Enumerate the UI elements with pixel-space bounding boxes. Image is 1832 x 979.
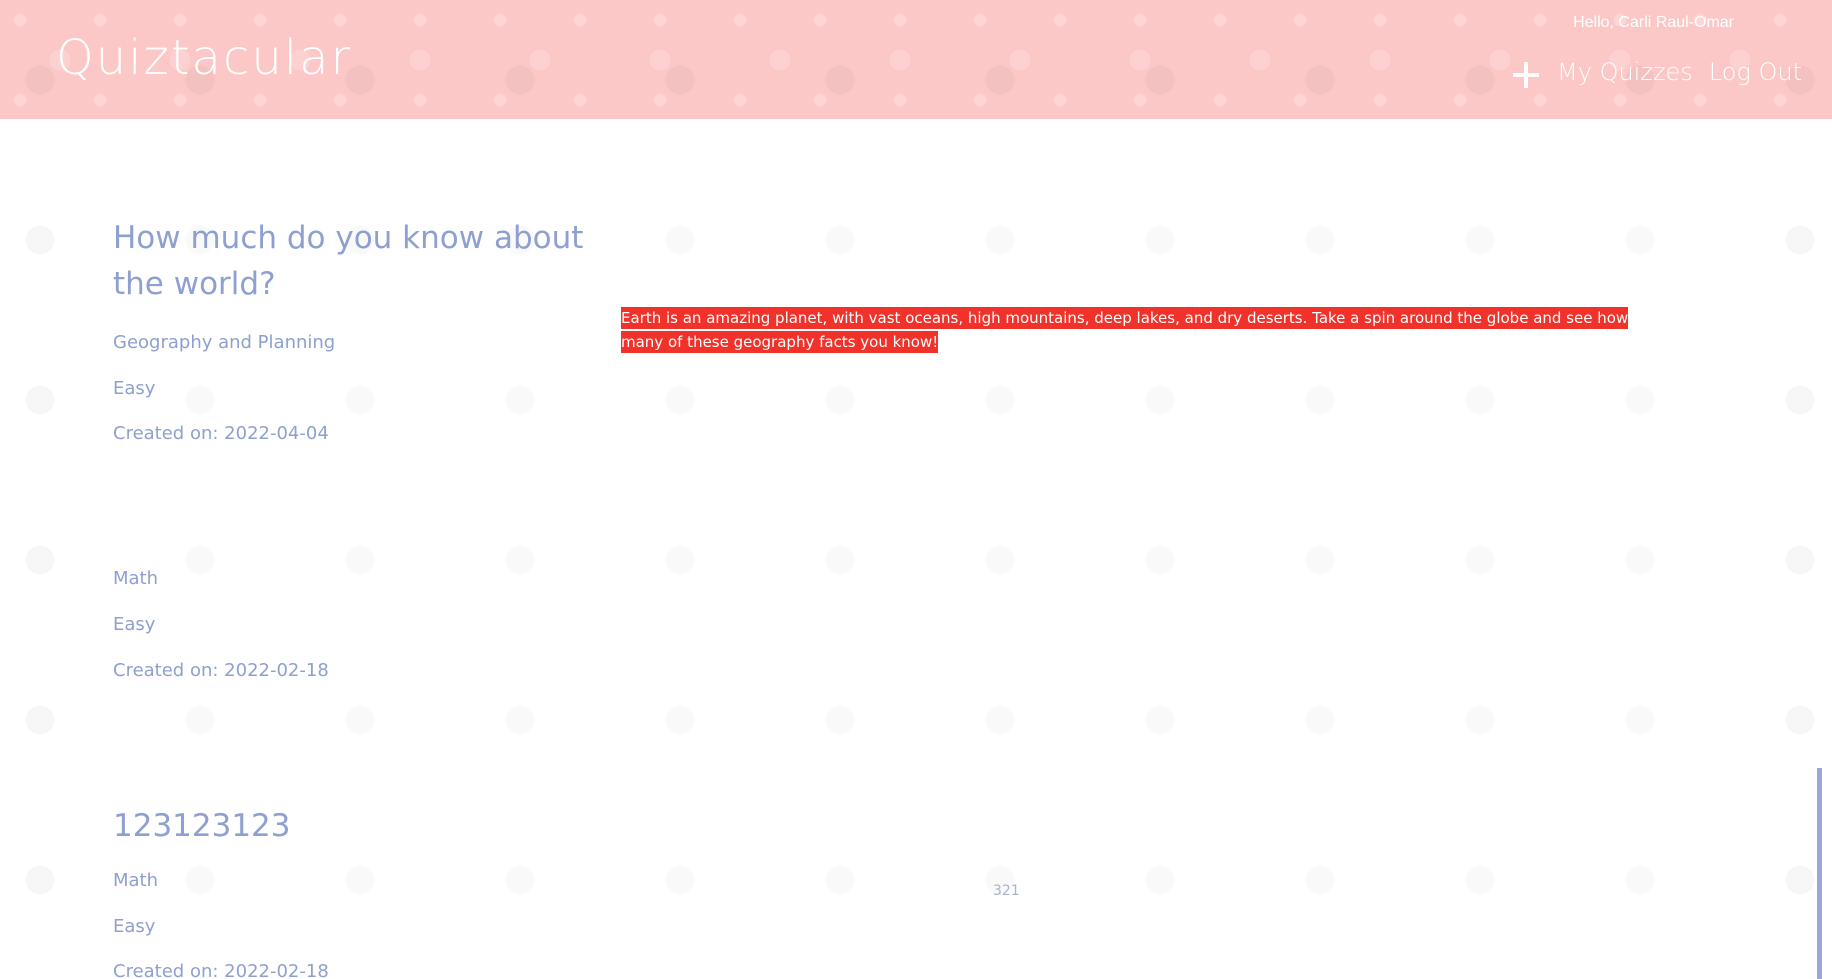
my-quizzes-link[interactable]: My Quizzes [1557,58,1693,86]
site-logo[interactable]: Quiztacular [56,30,352,86]
quiz-created-date: Created on: 2022-02-18 [113,961,329,979]
quiz-created-date: Created on: 2022-04-04 [113,423,329,444]
site-header: Quiztacular Hello, Carli Raul-Omar My Qu… [0,0,1832,119]
user-greeting: Hello, Carli Raul-Omar [1573,14,1734,31]
scrollbar-thumb[interactable] [1817,768,1822,979]
quiz-difficulty: Easy [113,916,156,937]
log-out-link[interactable]: Log Out [1709,58,1802,86]
quiz-description-text: Earth is an amazing planet, with vast oc… [621,307,1629,353]
share-icon[interactable] [1724,416,1744,432]
quiz-category: Math [113,568,159,589]
add-quiz-plus-icon[interactable] [1511,60,1541,90]
main-nav: My Quizzes Log Out [1511,54,1802,90]
quiz-difficulty: Easy [113,378,156,399]
quiz-description: Earth is an amazing planet, with vast oc… [621,307,1661,354]
quiz-difficulty: Easy [113,614,156,635]
play-icon[interactable] [1716,224,1742,254]
play-icon[interactable] [1716,787,1742,817]
quiz-title: How much do you know about the world? [113,220,584,302]
quiz-category: Math [113,870,159,891]
quiz-description: 321 [993,883,1020,899]
quiz-card: Math Easy Created on: 2022-02-18 [95,500,1766,743]
quiz-card: How much do you know about the world? Ge… [95,175,1766,482]
quiz-title: 123123123 [113,808,291,844]
quiz-card: 123123123 Math Easy Created on: 2022-02-… [95,760,1766,979]
quiz-category: Geography and Planning [113,332,336,353]
share-icon[interactable] [1724,707,1744,723]
quiz-created-date: Created on: 2022-02-18 [113,660,329,681]
play-icon[interactable] [1716,517,1742,547]
